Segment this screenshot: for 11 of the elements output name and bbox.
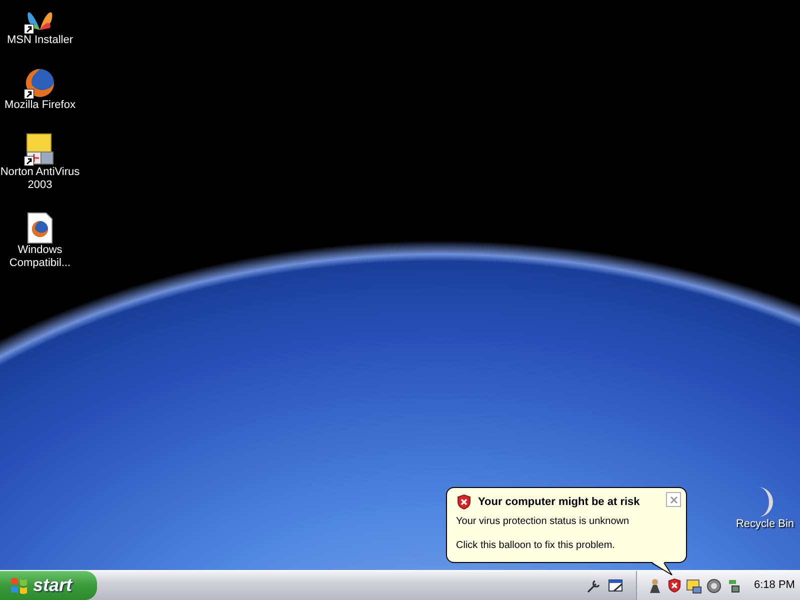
- notification-balloon[interactable]: Your computer might be at risk Your virus protection status is unknown Click this balloon to fix this problem.: [446, 487, 687, 563]
- clock[interactable]: 6:18 PM: [754, 577, 795, 594]
- balloon-text: Your virus protection status is unknown: [456, 516, 630, 528]
- desktop-icon-label[interactable]: Norton AntiVirus 2003: [0, 166, 80, 192]
- balloon-title: Your computer might be at risk: [478, 495, 640, 510]
- desktop-icon-label[interactable]: Mozilla Firefox: [0, 99, 80, 112]
- desktop-icon-label[interactable]: MSN Installer: [0, 34, 80, 47]
- balloon-text: Click this balloon to fix this problem.: [456, 540, 616, 552]
- start-button[interactable]: start: [0, 571, 97, 600]
- desktop-icon-label[interactable]: Windows Compatibil...: [0, 244, 80, 270]
- desktop-icon-label[interactable]: Recycle Bin: [736, 518, 794, 531]
